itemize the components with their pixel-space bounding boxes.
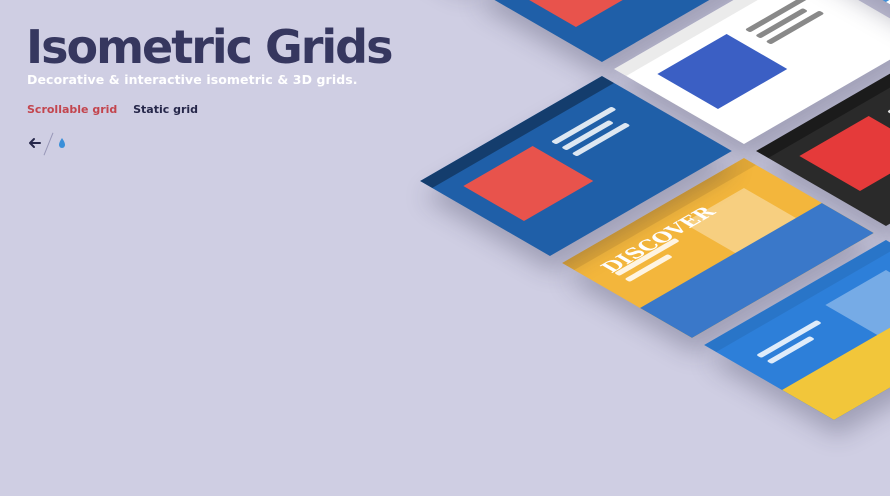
droplet-icon	[59, 138, 65, 148]
grid-controls	[26, 132, 86, 156]
page-title: Isometric Grids	[26, 20, 393, 74]
static-grid-link[interactable]: Static grid	[133, 103, 198, 116]
scrollable-grid-link[interactable]: Scrollable grid	[27, 103, 117, 116]
color-drop-button[interactable]	[55, 135, 69, 151]
page-subtitle: Decorative & interactive isometric & 3D …	[27, 72, 358, 87]
menu-button[interactable]	[832, 28, 858, 48]
arrow-left-icon	[29, 138, 41, 148]
grid-type-nav: Scrollable grid Static grid	[27, 103, 210, 116]
tile-image-block	[515, 0, 646, 27]
controls-divider	[43, 132, 54, 156]
back-button[interactable]	[26, 134, 44, 152]
